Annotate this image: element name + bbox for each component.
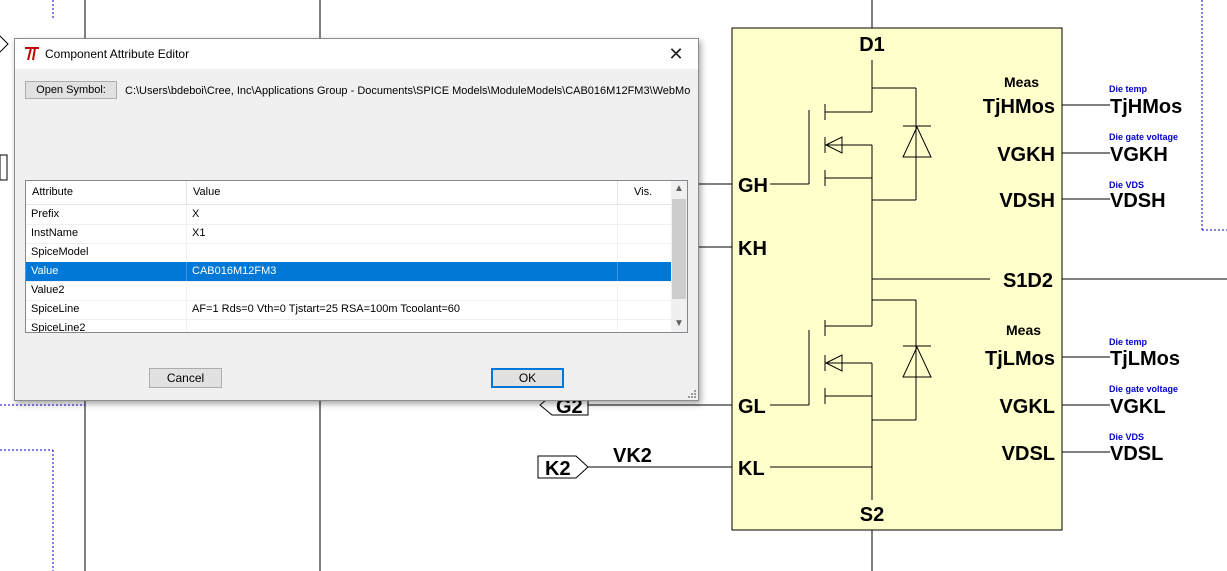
vis-cell[interactable] [618,205,672,224]
close-button[interactable]: ✕ [654,39,698,69]
net-label-vgkh: VGKH [1110,144,1168,166]
attribute-cell[interactable]: SpiceLine2 [26,319,187,332]
vis-cell[interactable] [618,243,672,262]
attribute-cell[interactable]: InstName [26,224,187,243]
vis-cell[interactable] [618,262,672,281]
attribute-cell[interactable]: SpiceModel [26,243,187,262]
meas-label-high: Meas [1004,74,1039,90]
note-gate-voltage-high: Die gate voltage [1109,132,1178,142]
pin-vdsh-label: VDSH [999,190,1055,212]
vis-cell[interactable] [618,224,672,243]
table-row[interactable]: SpiceLine2 [26,319,672,332]
pin-vgkl-label: VGKL [999,396,1055,418]
pin-tjlmos-label: TjLMos [985,348,1055,370]
net-label-vdsh: VDSH [1110,190,1166,212]
value-cell[interactable]: X [187,205,618,224]
port-k2-label: K2 [545,458,571,480]
attribute-cell[interactable]: Prefix [26,205,187,224]
vis-cell[interactable] [618,319,672,332]
grid-header: Attribute Value Vis. [26,181,672,205]
pin-vgkh-label: VGKH [997,144,1055,166]
pin-kh-label: KH [738,238,767,260]
open-symbol-button[interactable]: Open Symbol: [25,81,117,99]
close-icon: ✕ [668,43,684,64]
attribute-cell[interactable]: Value [26,262,187,281]
pin-kl-label: KL [738,458,765,480]
value-cell[interactable] [187,243,618,262]
pin-top-label: D1 [859,34,885,56]
net-label-tjhmos: TjHMos [1110,96,1182,118]
column-header-vis[interactable]: Vis. [618,181,672,204]
title-bar[interactable]: Component Attribute Editor ✕ [15,39,698,69]
table-row[interactable]: Value2 [26,281,672,301]
net-label-vdsl: VDSL [1110,443,1163,465]
component-attribute-editor-dialog[interactable]: Component Attribute Editor ✕ Open Symbol… [14,38,699,401]
table-row[interactable]: SpiceModel [26,243,672,263]
note-gate-voltage-low: Die gate voltage [1109,384,1178,394]
note-die-vds-high: Die VDS [1109,180,1144,190]
pin-bottom-label: S2 [860,504,884,526]
attribute-cell[interactable]: SpiceLine [26,300,187,319]
pin-gl-label: GL [738,396,766,418]
table-row[interactable]: Prefix X [26,205,672,225]
table-row[interactable]: Value CAB016M12FM3 [26,262,672,282]
table-row[interactable]: InstName X1 [26,224,672,244]
value-cell[interactable] [187,319,618,332]
net-label-tjlmos: TjLMos [1110,348,1180,370]
cancel-button[interactable]: Cancel [149,368,222,388]
ok-button[interactable]: OK [491,368,564,388]
resize-grip-icon[interactable] [686,388,696,398]
meas-label-low: Meas [1006,322,1041,338]
value-cell[interactable] [187,281,618,300]
pin-gh-label: GH [738,175,768,197]
scroll-thumb[interactable] [672,199,686,299]
attribute-grid[interactable]: Attribute Value Vis. Prefix X InstName X1 Sp… [25,180,688,333]
symbol-path: C:\Users\bdeboi\Cree, Inc\Applications G… [125,85,690,97]
note-die-temp-high: Die temp [1109,84,1148,94]
pin-tjhmos-label: TjHMos [983,96,1055,118]
pin-vdsl-label: VDSL [1002,443,1055,465]
note-die-temp-low: Die temp [1109,337,1148,347]
value-cell[interactable]: AF=1 Rds=0 Vth=0 Tjstart=25 RSA=100m Tco… [187,300,618,319]
dialog-title: Component Attribute Editor [45,47,190,61]
table-row[interactable]: SpiceLine AF=1 Rds=0 Vth=0 Tjstart=25 RSA… [26,300,672,320]
net-label-vgkl: VGKL [1110,396,1166,418]
port-fragment [0,35,9,53]
value-cell[interactable]: CAB016M12FM3 [187,262,618,281]
grid-scrollbar[interactable]: ▲ ▼ [671,181,687,332]
column-header-attribute[interactable]: Attribute [26,181,187,204]
attribute-cell[interactable]: Value2 [26,281,187,300]
note-die-vds-low: Die VDS [1109,432,1144,442]
scroll-down-icon[interactable]: ▼ [671,316,687,332]
value-cell[interactable]: X1 [187,224,618,243]
vis-cell[interactable] [618,300,672,319]
component-fragment [0,154,8,181]
net-label-vk2: VK2 [613,445,652,467]
scroll-up-icon[interactable]: ▲ [671,181,687,197]
vis-cell[interactable] [618,281,672,300]
column-header-value[interactable]: Value [187,181,618,204]
ltspice-app-icon [25,47,39,61]
pin-s1d2-label: S1D2 [1003,270,1053,292]
